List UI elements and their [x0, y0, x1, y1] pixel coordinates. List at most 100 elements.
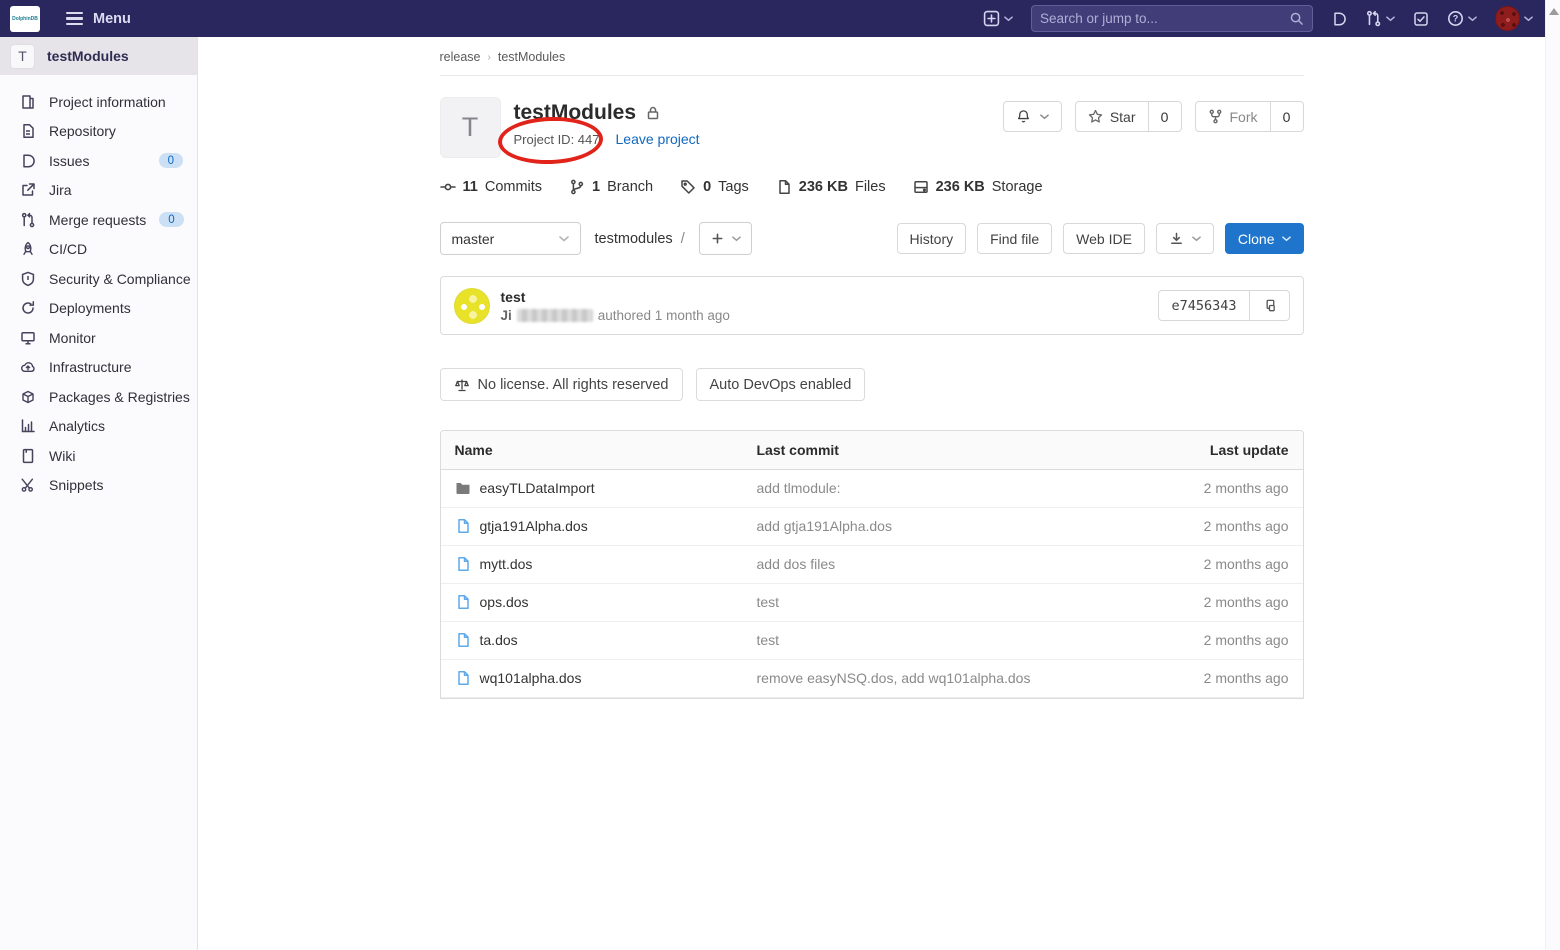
- sidebar-item-label: Analytics: [49, 418, 183, 434]
- app-logo-text: DolphinDB: [12, 16, 38, 22]
- clone-button[interactable]: Clone: [1225, 223, 1304, 254]
- file-last-commit-link[interactable]: test: [757, 632, 780, 648]
- todos-nav-button[interactable]: [1413, 11, 1429, 27]
- file-icon: [455, 632, 471, 648]
- sidebar-item-label: Snippets: [49, 477, 183, 493]
- external-link-icon: [20, 182, 36, 198]
- project-stat[interactable]: 0 Tags: [680, 179, 749, 195]
- license-button[interactable]: No license. All rights reserved: [440, 368, 683, 401]
- commit-sha[interactable]: e7456343: [1158, 290, 1249, 321]
- app-logo[interactable]: DolphinDB: [10, 6, 40, 32]
- sidebar-items: Project information Repository Issues 0 …: [0, 75, 197, 500]
- sidebar-project-name: testModules: [47, 48, 129, 64]
- leave-project-link[interactable]: Leave project: [616, 131, 700, 147]
- table-row: wq101alpha.dos remove easyNSQ.dos, add w…: [441, 659, 1303, 697]
- merge-request-icon: [1365, 10, 1382, 27]
- column-header-last-commit: Last commit: [743, 431, 1133, 469]
- sidebar-item[interactable]: Monitor: [0, 323, 197, 353]
- top-navbar: DolphinDB Menu: [0, 0, 1545, 37]
- scroll-up-arrow[interactable]: [1549, 8, 1559, 15]
- file-link[interactable]: mytt.dos: [455, 556, 729, 572]
- sidebar-item[interactable]: Project information: [0, 87, 197, 117]
- stat-label: Files: [855, 179, 886, 195]
- path-separator: /: [681, 231, 685, 247]
- star-button[interactable]: Star: [1075, 101, 1149, 132]
- sidebar-item[interactable]: CI/CD: [0, 235, 197, 265]
- help-icon: [1447, 10, 1464, 27]
- file-last-commit-link[interactable]: add dos files: [757, 556, 836, 572]
- stat-label: Branch: [607, 179, 653, 195]
- sidebar-item[interactable]: Infrastructure: [0, 353, 197, 383]
- chevron-down-icon: [1192, 236, 1201, 242]
- table-row: easyTLDataImport add tlmodule: 2 months …: [441, 469, 1303, 507]
- copy-sha-button[interactable]: [1250, 290, 1290, 321]
- sidebar-item[interactable]: Merge requests 0: [0, 205, 197, 235]
- page-scrollbar[interactable]: [1545, 0, 1560, 950]
- stat-value: 0: [703, 179, 711, 195]
- sidebar-item[interactable]: Analytics: [0, 412, 197, 442]
- package-icon: [20, 389, 36, 405]
- download-button[interactable]: [1156, 223, 1214, 254]
- project-stat[interactable]: 1 Branch: [569, 179, 653, 195]
- file-link[interactable]: ops.dos: [455, 594, 729, 610]
- file-link[interactable]: easyTLDataImport: [455, 480, 729, 496]
- sidebar-item-label: Repository: [49, 123, 183, 139]
- commit-author-name[interactable]: Ji: [501, 308, 512, 323]
- sidebar-item[interactable]: Wiki: [0, 441, 197, 471]
- clone-label: Clone: [1238, 231, 1275, 247]
- column-header-last-update: Last update: [1133, 431, 1303, 469]
- user-menu-button[interactable]: [1495, 6, 1533, 31]
- sidebar-item[interactable]: Packages & Registries: [0, 382, 197, 412]
- sidebar-item[interactable]: Repository: [0, 117, 197, 147]
- commit-author-redacted: [517, 309, 593, 322]
- branch-selector[interactable]: master: [440, 222, 581, 255]
- web-ide-button[interactable]: Web IDE: [1063, 223, 1145, 254]
- license-label: No license. All rights reserved: [478, 377, 669, 393]
- add-file-button[interactable]: [699, 222, 752, 255]
- new-menu-button[interactable]: [983, 10, 1013, 27]
- breadcrumb-group-link[interactable]: release: [440, 50, 481, 64]
- menu-button[interactable]: Menu: [66, 11, 131, 27]
- project-id: Project ID: 447: [514, 132, 600, 147]
- star-count[interactable]: 0: [1149, 101, 1182, 132]
- menu-label: Menu: [93, 11, 131, 27]
- find-file-button[interactable]: Find file: [977, 223, 1052, 254]
- search-input[interactable]: [1040, 11, 1289, 26]
- merge-requests-nav-button[interactable]: [1365, 10, 1395, 27]
- file-last-update: 2 months ago: [1133, 469, 1303, 507]
- repo-path-link[interactable]: testmodules: [595, 231, 673, 247]
- commit-icon: [440, 179, 456, 195]
- auto-devops-button[interactable]: Auto DevOps enabled: [696, 368, 866, 401]
- file-last-commit-link[interactable]: add tlmodule:: [757, 480, 841, 496]
- fork-count[interactable]: 0: [1271, 101, 1304, 132]
- sidebar-item[interactable]: Issues 0: [0, 146, 197, 176]
- project-stat[interactable]: 11 Commits: [440, 179, 543, 195]
- file-link[interactable]: gtja191Alpha.dos: [455, 518, 729, 534]
- file-link[interactable]: ta.dos: [455, 632, 729, 648]
- sidebar-item[interactable]: Deployments: [0, 294, 197, 324]
- fork-button[interactable]: Fork: [1195, 101, 1271, 132]
- file-last-commit-link[interactable]: remove easyNSQ.dos, add wq101alpha.dos: [757, 670, 1031, 686]
- commit-author-avatar[interactable]: [454, 288, 490, 324]
- history-button[interactable]: History: [897, 223, 967, 254]
- help-nav-button[interactable]: [1447, 10, 1477, 27]
- file-link[interactable]: wq101alpha.dos: [455, 670, 729, 686]
- file-last-commit-link[interactable]: test: [757, 594, 780, 610]
- sidebar-item[interactable]: Snippets: [0, 471, 197, 501]
- project-stat[interactable]: 236 KB Files: [776, 179, 886, 195]
- sidebar-item[interactable]: Security & Compliance: [0, 264, 197, 294]
- file-last-commit-link[interactable]: add gtja191Alpha.dos: [757, 518, 892, 534]
- project-stat[interactable]: 236 KB Storage: [913, 179, 1043, 195]
- breadcrumb-project-link[interactable]: testModules: [498, 50, 565, 64]
- sidebar-item[interactable]: Jira: [0, 176, 197, 206]
- commit-message-link[interactable]: test: [501, 289, 730, 305]
- fork-icon: [1208, 109, 1223, 124]
- sidebar-item-label: Deployments: [49, 300, 183, 316]
- chevron-down-icon: [1282, 236, 1291, 242]
- fork-label: Fork: [1230, 109, 1258, 125]
- global-search[interactable]: [1031, 5, 1313, 32]
- branch-name: master: [452, 231, 495, 247]
- notification-button[interactable]: [1003, 101, 1062, 132]
- sidebar-project-context[interactable]: T testModules: [0, 37, 197, 75]
- issues-nav-button[interactable]: [1331, 11, 1347, 27]
